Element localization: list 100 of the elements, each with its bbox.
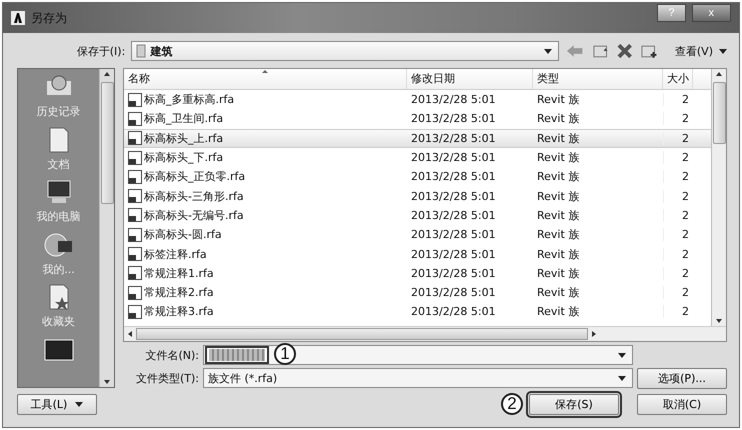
callout-number: 1: [274, 343, 296, 365]
options-button[interactable]: 选项(P)...: [637, 368, 727, 388]
table-cell-text: Revit 族: [536, 208, 580, 223]
file-row[interactable]: 常规注释2.rfa 2013/2/28 5:01 Revit 族 2: [124, 282, 711, 302]
table-cell-text: Revit 族: [536, 304, 580, 320]
table-cell-text: 2013/2/28 5:01: [410, 93, 497, 106]
table-cell-text: Revit 族: [536, 130, 580, 146]
column-header[interactable]: 类型: [533, 69, 663, 89]
scroll-thumb[interactable]: [712, 82, 726, 144]
table-cell-text: 2013/2/28 5:01: [410, 112, 497, 126]
file-icon: [128, 304, 142, 319]
table-cell-text: 2013/2/28 5:01: [410, 248, 497, 261]
table-cell-text: 2013/2/28 5:01: [410, 266, 497, 280]
file-icon: [128, 112, 142, 126]
table-cell: 2: [663, 151, 693, 164]
location-dropdown[interactable]: 建筑: [131, 41, 560, 61]
file-row[interactable]: 标高标头-无编号.rfa 2013/2/28 5:01 Revit 族 2: [124, 206, 711, 226]
file-row[interactable]: 标高标头-三角形.rfa 2013/2/28 5:01 Revit 族 2: [124, 186, 711, 206]
column-header[interactable]: 名称: [124, 69, 407, 89]
table-cell: 2: [663, 93, 693, 106]
table-cell-text: Revit 族: [536, 150, 580, 166]
file-name: 常规注释2.rfa: [144, 285, 214, 300]
file-icon: [128, 170, 142, 184]
file-row[interactable]: 常规注释1.rfa 2013/2/28 5:01 Revit 族 2: [124, 264, 711, 283]
cancel-button[interactable]: 取消(C): [637, 394, 727, 414]
scroll-thumb[interactable]: [100, 82, 114, 204]
table-cell: 2: [663, 132, 693, 145]
table-cell-text: 2013/2/28 5:01: [410, 132, 497, 145]
file-type-label: 文件类型(T):: [134, 370, 199, 386]
file-row[interactable]: 标高标头_正负零.rfa 2013/2/28 5:01 Revit 族 2: [124, 167, 711, 186]
folder-up-icon[interactable]: [592, 43, 609, 59]
file-name: 标高标头-圆.rfa: [144, 227, 222, 242]
scroll-right-arrow-icon[interactable]: [592, 331, 596, 337]
file-name: 标高标头_上.rfa: [144, 130, 224, 146]
table-cell-text: Revit 族: [536, 188, 580, 204]
folder-icon: [136, 44, 146, 58]
table-cell-text: 2013/2/28 5:01: [410, 228, 497, 242]
view-menu[interactable]: 查看(V): [674, 44, 713, 58]
file-name: 标高标头_正负零.rfa: [144, 169, 246, 184]
scroll-up-arrow-icon[interactable]: [716, 72, 722, 76]
sort-arrow-icon: [262, 70, 268, 73]
file-row[interactable]: 标签注释.rfa 2013/2/28 5:01 Revit 族 2: [124, 244, 711, 264]
file-icon: [128, 286, 142, 300]
table-cell-text: 2013/2/28 5:01: [410, 170, 497, 184]
scrollbar[interactable]: [711, 69, 726, 326]
table-cell: 2: [663, 266, 693, 280]
file-name-field[interactable]: 1: [203, 345, 633, 365]
dropdown-arrow-icon[interactable]: [618, 376, 626, 380]
dropdown-arrow-icon[interactable]: [618, 352, 626, 358]
file-name: 标高_多重标高.rfa: [144, 92, 234, 108]
file-row[interactable]: 标高标头_上.rfa 2013/2/28 5:01 Revit 族 2: [124, 128, 711, 148]
new-folder-icon[interactable]: [640, 43, 658, 59]
table-cell: 2: [663, 208, 693, 222]
file-icon: [128, 189, 142, 204]
file-name: 标高标头-无编号.rfa: [144, 208, 244, 223]
table-cell: 2: [663, 286, 693, 300]
table-cell-text: Revit 族: [536, 246, 580, 262]
scroll-down-arrow-icon[interactable]: [104, 380, 110, 384]
file-row[interactable]: 标高标头-圆.rfa 2013/2/28 5:01 Revit 族 2: [124, 225, 711, 244]
scroll-up-arrow-icon[interactable]: [104, 72, 110, 76]
file-type-dropdown[interactable]: 族文件 (*.rfa): [203, 368, 633, 388]
scroll-thumb[interactable]: [136, 328, 588, 340]
file-name: 标高标头-三角形.rfa: [144, 188, 244, 204]
selected-text-highlight: [209, 349, 265, 361]
table-cell-text: Revit 族: [536, 111, 580, 126]
file-row[interactable]: 常规注释3.rfa 2013/2/28 5:01 Revit 族 2: [124, 302, 711, 322]
file-icon: [128, 131, 142, 146]
file-name: 标签注释.rfa: [144, 246, 207, 262]
file-name-label: 文件名(N):: [144, 348, 199, 362]
table-cell: 2: [663, 190, 693, 203]
file-row[interactable]: 标高标头_下.rfa 2013/2/28 5:01 Revit 族 2: [124, 148, 711, 168]
file-name: 标高_卫生间.rfa: [144, 111, 224, 126]
table-cell-text: 2013/2/28 5:01: [410, 208, 497, 222]
table-cell: 2: [663, 228, 693, 242]
table-cell-text: Revit 族: [536, 92, 580, 108]
tools-button[interactable]: 工具(L): [17, 394, 97, 414]
column-header[interactable]: 修改日期: [407, 69, 533, 89]
file-row[interactable]: 标高_卫生间.rfa 2013/2/28 5:01 Revit 族 2: [124, 109, 711, 129]
table-cell-text: Revit 族: [536, 227, 580, 242]
table-cell-text: 2013/2/28 5:01: [410, 305, 497, 318]
file-icon: [128, 228, 142, 242]
save-in-label: 保存于(I):: [76, 44, 126, 58]
horizontal-scrollbar[interactable]: [124, 326, 726, 341]
table-cell-text: 2013/2/28 5:01: [410, 286, 497, 300]
dropdown-arrow-icon: [544, 48, 552, 54]
file-icon: [128, 266, 142, 280]
close-button[interactable]: x: [692, 4, 731, 22]
file-name: 常规注释3.rfa: [144, 304, 214, 320]
file-row[interactable]: 标高_多重标高.rfa 2013/2/28 5:01 Revit 族 2: [124, 90, 711, 110]
scrollbar[interactable]: [99, 69, 114, 387]
delete-icon[interactable]: [617, 43, 632, 59]
file-icon: [128, 92, 142, 107]
column-header[interactable]: 大小: [663, 69, 693, 89]
app-icon: [11, 11, 25, 25]
scroll-left-arrow-icon[interactable]: [128, 331, 132, 337]
file-name: 常规注释1.rfa: [144, 266, 214, 281]
file-icon: [128, 247, 142, 262]
table-cell-text: Revit 族: [536, 285, 580, 300]
file-name: 标高标头_下.rfa: [144, 150, 224, 166]
dropdown-arrow-icon[interactable]: [718, 48, 727, 54]
